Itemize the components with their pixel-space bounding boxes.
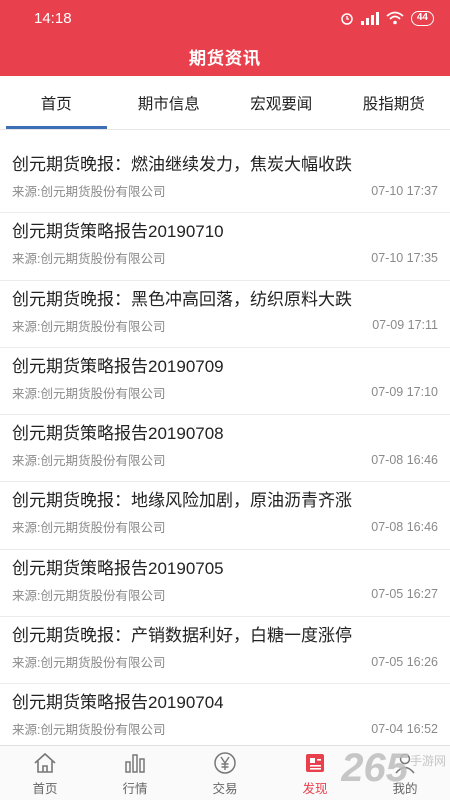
list-item[interactable]: 创元期货策略报告20190705 来源:创元期货股份有限公司 07-05 16:2… [0,550,450,618]
news-source: 来源:创元期货股份有限公司 [12,319,166,334]
nav-discover[interactable]: 发现 [270,746,360,800]
news-time: 07-09 17:11 [372,318,438,333]
status-bar: 14:18 44 [0,0,450,36]
news-time: 07-10 17:35 [371,250,438,265]
tab-macro-news[interactable]: 宏观要闻 [225,76,338,129]
news-time: 07-05 16:26 [371,654,438,669]
news-source: 来源:创元期货股份有限公司 [12,386,166,401]
news-title: 创元期货策略报告20190710 [12,222,224,242]
tab-market-info[interactable]: 期市信息 [113,76,226,129]
news-title: 创元期货策略报告20190709 [12,356,224,376]
list-item[interactable]: 创元期货晚报：燃油继续发力，焦炭大幅收跌 来源:创元期货股份有限公司 07-10 … [0,146,450,214]
news-title: 创元期货晚报：黑色冲高回落，纺织原料大跌 [12,289,352,309]
status-icons: 44 [340,10,434,26]
list-item[interactable]: 创元期货晚报：地缘风险加剧，原油沥青齐涨 来源:创元期货股份有限公司 07-08 … [0,482,450,550]
tab-home[interactable]: 首页 [0,76,113,129]
list-item[interactable]: 创元期货策略报告20190704 来源:创元期货股份有限公司 07-04 16:5… [0,684,450,752]
yen-coin-icon [214,751,236,774]
list-item[interactable]: 创元期货策略报告20190708 来源:创元期货股份有限公司 07-08 16:4… [0,415,450,483]
bar-chart-icon [125,753,145,773]
news-time: 07-08 16:46 [371,452,438,467]
news-time: 07-09 17:10 [371,385,438,400]
news-time: 07-08 16:46 [371,519,438,534]
news-title: 创元期货策略报告20190708 [12,424,224,444]
nav-label: 发现 [302,781,328,796]
nav-profile[interactable]: 我的 [360,746,450,800]
nav-trade[interactable]: 交易 [180,746,270,800]
news-title: 创元期货策略报告20190705 [12,558,224,578]
profile-icon [395,753,415,773]
signal-icon [360,11,379,25]
bottom-nav: 首页 行情 交易 发现 我的 [0,745,450,800]
nav-label: 交易 [212,781,238,796]
home-icon [34,752,56,773]
tab-index-futures[interactable]: 股指期货 [338,76,450,129]
list-item[interactable]: 创元期货晚报：黑色冲高回落，纺织原料大跌 来源:创元期货股份有限公司 07-09 … [0,281,450,348]
nav-label: 首页 [32,781,58,796]
news-list: 创元期货晚报：燃油继续发力，焦炭大幅收跌 来源:创元期货股份有限公司 07-10 … [0,146,450,752]
news-source: 来源:创元期货股份有限公司 [12,252,166,267]
news-time: 07-05 16:27 [371,587,438,602]
nav-label: 行情 [122,781,148,796]
news-source: 来源:创元期货股份有限公司 [12,656,166,671]
news-source: 来源:创元期货股份有限公司 [12,185,166,199]
nav-label: 我的 [392,781,418,796]
wifi-icon [386,11,404,25]
list-item[interactable]: 创元期货策略报告20190709 来源:创元期货股份有限公司 07-09 17:1… [0,348,450,416]
news-time: 07-04 16:52 [371,721,438,736]
news-title: 创元期货晚报：燃油继续发力，焦炭大幅收跌 [12,155,352,174]
page-title: 期货资讯 [189,48,261,68]
list-item[interactable]: 创元期货策略报告20190710 来源:创元期货股份有限公司 07-10 17:3… [0,213,450,281]
discover-icon [306,753,324,772]
battery-indicator: 44 [410,10,434,26]
list-item[interactable]: 创元期货晚报：产销数据利好，白糖一度涨停 来源:创元期货股份有限公司 07-05 … [0,617,450,685]
news-source: 来源:创元期货股份有限公司 [12,454,166,469]
nav-home[interactable]: 首页 [0,746,90,800]
news-source: 来源:创元期货股份有限公司 [12,723,166,738]
news-title: 创元期货晚报：地缘风险加剧，原油沥青齐涨 [12,491,352,511]
news-time: 07-10 17:37 [371,183,438,198]
news-source: 来源:创元期货股份有限公司 [12,521,166,536]
news-title: 创元期货策略报告20190704 [12,693,224,713]
category-tabs: 首页 期市信息 宏观要闻 股指期货 [0,76,450,130]
alarm-icon [341,13,353,25]
header: 期货资讯 [0,36,450,76]
news-title: 创元期货晚报：产销数据利好，白糖一度涨停 [12,626,352,646]
status-time: 14:18 [34,9,72,27]
news-source: 来源:创元期货股份有限公司 [12,588,166,603]
nav-market[interactable]: 行情 [90,746,180,800]
